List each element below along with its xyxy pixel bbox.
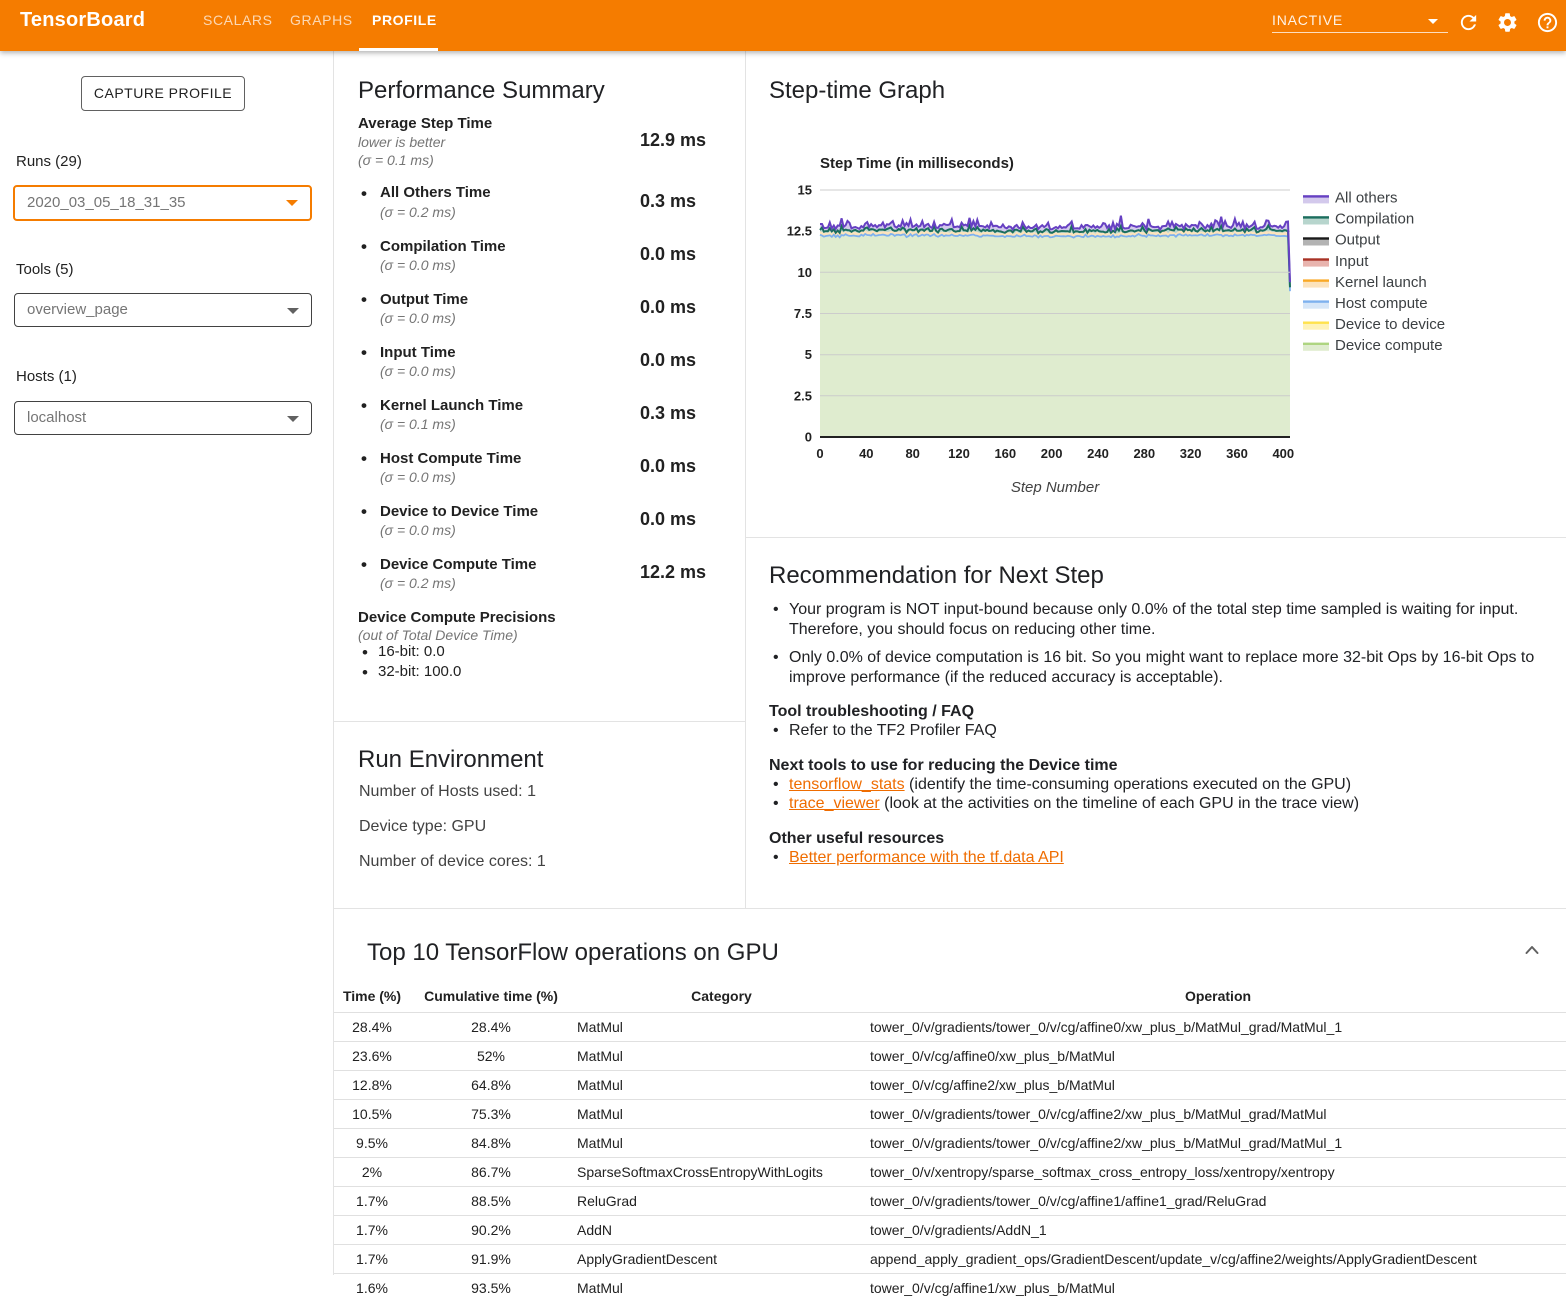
svg-text:2.5: 2.5	[794, 388, 812, 403]
svg-text:240: 240	[1087, 446, 1109, 461]
svg-text:280: 280	[1133, 446, 1155, 461]
svg-text:400: 400	[1272, 446, 1294, 461]
svg-text:Step Time (in milliseconds): Step Time (in milliseconds)	[820, 155, 1014, 172]
svg-text:200: 200	[1041, 446, 1063, 461]
svg-text:0: 0	[816, 446, 823, 461]
svg-text:Host compute: Host compute	[1335, 295, 1428, 312]
svg-text:15: 15	[798, 183, 812, 198]
svg-text:12.5: 12.5	[787, 224, 812, 239]
svg-text:80: 80	[905, 446, 919, 461]
svg-text:40: 40	[859, 446, 873, 461]
svg-text:320: 320	[1180, 446, 1202, 461]
svg-text:Step Number: Step Number	[1011, 479, 1100, 496]
svg-text:360: 360	[1226, 446, 1248, 461]
svg-text:160: 160	[994, 446, 1016, 461]
svg-text:5: 5	[805, 347, 812, 362]
svg-text:Device compute: Device compute	[1335, 337, 1443, 354]
svg-text:Device to device: Device to device	[1335, 316, 1445, 333]
svg-text:Kernel launch: Kernel launch	[1335, 274, 1427, 291]
svg-text:120: 120	[948, 446, 970, 461]
svg-text:7.5: 7.5	[794, 306, 812, 321]
svg-text:Output: Output	[1335, 232, 1381, 249]
svg-text:10: 10	[798, 265, 812, 280]
svg-text:Compilation: Compilation	[1335, 211, 1414, 228]
svg-text:All others: All others	[1335, 190, 1398, 207]
svg-text:0: 0	[805, 430, 812, 445]
svg-text:Input: Input	[1335, 253, 1369, 270]
